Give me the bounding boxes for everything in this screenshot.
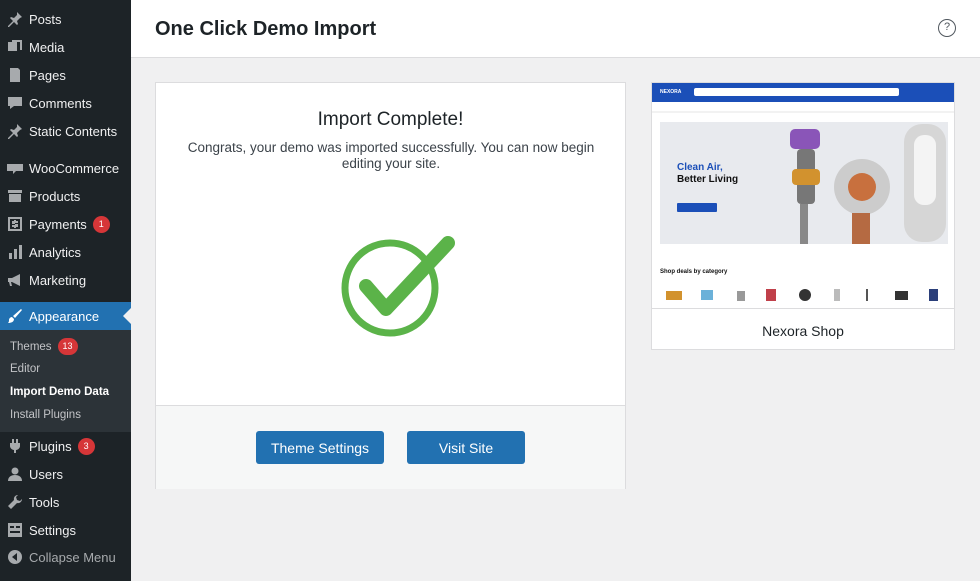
collapse-menu-button[interactable]: Collapse Menu <box>0 543 131 571</box>
sidebar-item-settings[interactable]: Settings <box>0 516 131 544</box>
submenu-item-install-plugins[interactable]: Install Plugins <box>10 409 81 421</box>
pages-icon <box>7 67 23 83</box>
submenu-item-label: Themes <box>10 340 52 353</box>
sidebar-item-payments[interactable]: Payments 1 <box>0 210 131 238</box>
themes-count-badge: 13 <box>57 338 78 355</box>
appearance-submenu: Themes 13 Editor Import Demo Data Instal… <box>0 330 131 432</box>
sidebar-item-label: Collapse Menu <box>29 549 116 565</box>
brush-icon <box>7 308 23 324</box>
demo-logo: NEXORA <box>660 89 682 95</box>
collapse-icon <box>7 549 23 565</box>
sidebar-item-label: Marketing <box>29 272 87 288</box>
sidebar-item-label: Plugins <box>29 438 72 454</box>
sidebar-item-label: Posts <box>29 11 62 27</box>
comment-icon <box>7 95 23 111</box>
sidebar-item-label: Pages <box>29 67 66 83</box>
demo-hero-line1: Clean Air, <box>677 162 723 173</box>
sidebar-item-label: Appearance <box>29 308 100 324</box>
submenu-item-themes[interactable]: Themes 13 <box>10 338 78 355</box>
chart-icon <box>7 244 23 260</box>
settings-icon <box>7 522 23 538</box>
page-header: One Click Demo Import ? <box>131 0 980 58</box>
demo-section-title: Shop deals by category <box>660 269 728 275</box>
sidebar-item-label: Static Contents <box>29 123 118 139</box>
dollar-icon <box>7 216 23 232</box>
page-title: One Click Demo Import <box>155 18 377 40</box>
sidebar-item-pages[interactable]: Pages <box>0 61 131 89</box>
demo-hero-line2: Better Living <box>677 174 739 185</box>
sidebar-item-label: Media <box>29 39 65 55</box>
sidebar-item-analytics[interactable]: Analytics <box>0 238 131 266</box>
pin-icon <box>7 11 23 27</box>
update-count-badge: 1 <box>92 215 110 233</box>
panel-footer: Theme Settings Visit Site <box>156 405 625 489</box>
sidebar-item-marketing[interactable]: Marketing <box>0 266 131 294</box>
active-indicator <box>123 308 131 324</box>
success-message: Congrats, your demo was imported success… <box>187 140 595 171</box>
sidebar-item-tools[interactable]: Tools <box>0 488 131 516</box>
submenu-item-editor[interactable]: Editor <box>10 363 40 375</box>
sidebar-item-appearance[interactable]: Appearance <box>0 302 131 330</box>
sidebar-item-label: WooCommerce <box>29 160 120 176</box>
sidebar-item-label: Products <box>29 188 81 204</box>
pin-icon <box>7 123 23 139</box>
sidebar-item-label: Tools <box>29 494 60 510</box>
media-icon <box>7 39 23 55</box>
submenu-item-label: Editor <box>10 363 41 375</box>
sidebar-item-static-contents[interactable]: Static Contents <box>0 117 131 145</box>
demo-screenshot: NEXORA Clean Air, Better Living Shop dea… <box>652 83 954 309</box>
theme-settings-button[interactable]: Theme Settings <box>256 431 384 464</box>
sidebar-item-label: Analytics <box>29 244 82 260</box>
visit-site-button[interactable]: Visit Site <box>407 431 525 464</box>
sidebar-item-users[interactable]: Users <box>0 460 131 488</box>
plug-icon <box>7 438 23 454</box>
checkmark-icon <box>341 236 455 337</box>
sidebar-item-label: Comments <box>29 95 92 111</box>
admin-sidebar: Posts Media Pages Comments Static Conten… <box>0 0 131 581</box>
sidebar-item-woocommerce[interactable]: WooCommerce <box>0 154 131 182</box>
megaphone-icon <box>7 272 23 288</box>
woo-icon <box>7 160 23 176</box>
demo-screenshot-image <box>652 83 954 301</box>
sidebar-item-media[interactable]: Media <box>0 33 131 61</box>
submenu-item-label: Install Plugins <box>10 409 81 421</box>
submenu-item-import-demo-data[interactable]: Import Demo Data <box>10 386 109 398</box>
submenu-item-label: Import Demo Data <box>10 386 110 398</box>
sidebar-item-label: Settings <box>29 522 76 538</box>
plugins-update-badge: 3 <box>77 437 95 455</box>
sidebar-item-label: Payments <box>29 216 87 232</box>
sidebar-item-comments[interactable]: Comments <box>0 89 131 117</box>
archive-icon <box>7 188 23 204</box>
help-icon[interactable]: ? <box>938 19 956 37</box>
sidebar-item-posts[interactable]: Posts <box>0 5 131 33</box>
wrench-icon <box>7 494 23 510</box>
sidebar-item-products[interactable]: Products <box>0 182 131 210</box>
sidebar-item-label: Users <box>29 466 63 482</box>
demo-name: Nexora Shop <box>762 323 844 339</box>
user-icon <box>7 466 23 482</box>
import-complete-panel: Import Complete! Congrats, your demo was… <box>155 82 626 489</box>
demo-preview-card[interactable]: NEXORA Clean Air, Better Living Shop dea… <box>651 82 955 350</box>
panel-title: Import Complete! <box>317 109 464 130</box>
sidebar-item-plugins[interactable]: Plugins 3 <box>0 432 131 460</box>
